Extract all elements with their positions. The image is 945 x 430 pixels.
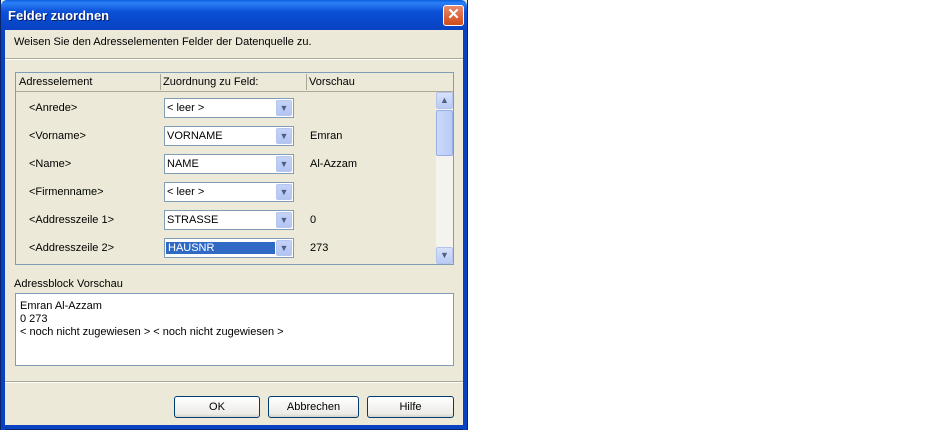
preview-addresszeile-1: 0 (310, 214, 317, 226)
preview-vorname: Emran (310, 130, 343, 142)
field-select-anrede[interactable]: < leer > ▼ (164, 98, 294, 118)
column-divider[interactable] (306, 74, 307, 90)
separator (5, 381, 463, 383)
field-select-vorname[interactable]: VORNAME ▼ (164, 126, 294, 146)
chevron-down-icon[interactable]: ▼ (276, 184, 292, 200)
window-frame-left (1, 30, 5, 430)
vertical-scrollbar[interactable]: ▲ ▼ (436, 92, 453, 264)
ok-button[interactable]: OK (174, 396, 260, 418)
chevron-down-icon[interactable]: ▼ (276, 212, 292, 228)
title-bar[interactable]: Felder zuordnen ✕ (1, 0, 467, 30)
preview-addresszeile-2: 273 (310, 242, 329, 254)
cancel-button[interactable]: Abbrechen (268, 396, 359, 418)
window-title: Felder zuordnen (8, 8, 110, 23)
field-mapping-table: Adresselement Zuordnung zu Feld: Vorscha… (15, 72, 454, 265)
header-adresselement[interactable]: Adresselement (19, 76, 92, 88)
help-button[interactable]: Hilfe (367, 396, 454, 418)
preview-name: Al-Azzam (310, 158, 358, 170)
header-vorschau[interactable]: Vorschau (309, 76, 355, 88)
scroll-down-button[interactable]: ▼ (436, 247, 453, 264)
close-icon: ✕ (447, 6, 460, 23)
row-label-name: <Name> (29, 158, 72, 170)
chevron-down-icon[interactable]: ▼ (276, 100, 292, 116)
scroll-up-button[interactable]: ▲ (436, 92, 453, 109)
preview-line: Emran Al-Azzam (20, 300, 102, 312)
row-label-firmenname: <Firmenname> (29, 186, 104, 198)
instruction-text: Weisen Sie den Adresselementen Felder de… (14, 36, 312, 48)
window-frame-right (463, 30, 467, 430)
arrow-down-icon: ▼ (440, 250, 449, 260)
column-divider[interactable] (160, 74, 161, 90)
close-button[interactable]: ✕ (443, 5, 464, 26)
chevron-down-icon[interactable]: ▼ (276, 240, 292, 256)
field-select-name[interactable]: NAME ▼ (164, 154, 294, 174)
row-label-addresszeile-1: <Addresszeile 1> (29, 214, 114, 226)
chevron-down-icon[interactable]: ▼ (276, 128, 292, 144)
field-select-addresszeile-2[interactable]: HAUSNR ▼ (164, 238, 294, 258)
arrow-up-icon: ▲ (440, 95, 449, 105)
row-label-anrede: <Anrede> (29, 102, 78, 114)
field-select-firmenname[interactable]: < leer > ▼ (164, 182, 294, 202)
address-block-preview: Emran Al-Azzam 0 273 < noch nicht zugewi… (15, 293, 454, 366)
table-header: Adresselement Zuordnung zu Feld: Vorscha… (16, 73, 453, 92)
felder-zuordnen-dialog: Felder zuordnen ✕ Weisen Sie den Adresse… (0, 0, 468, 430)
row-label-vorname: <Vorname> (29, 130, 86, 142)
row-label-addresszeile-2: <Addresszeile 2> (29, 242, 114, 254)
chevron-down-icon[interactable]: ▼ (276, 156, 292, 172)
header-zuordnung[interactable]: Zuordnung zu Feld: (163, 76, 258, 88)
separator (5, 58, 463, 60)
scrollbar-thumb[interactable] (436, 110, 453, 156)
field-select-addresszeile-1[interactable]: STRASSE ▼ (164, 210, 294, 230)
preview-line: < noch nicht zugewiesen > < noch nicht z… (20, 326, 284, 338)
preview-section-label: Adressblock Vorschau (14, 278, 123, 290)
preview-line: 0 273 (20, 313, 48, 325)
window-frame-bottom (1, 425, 467, 429)
